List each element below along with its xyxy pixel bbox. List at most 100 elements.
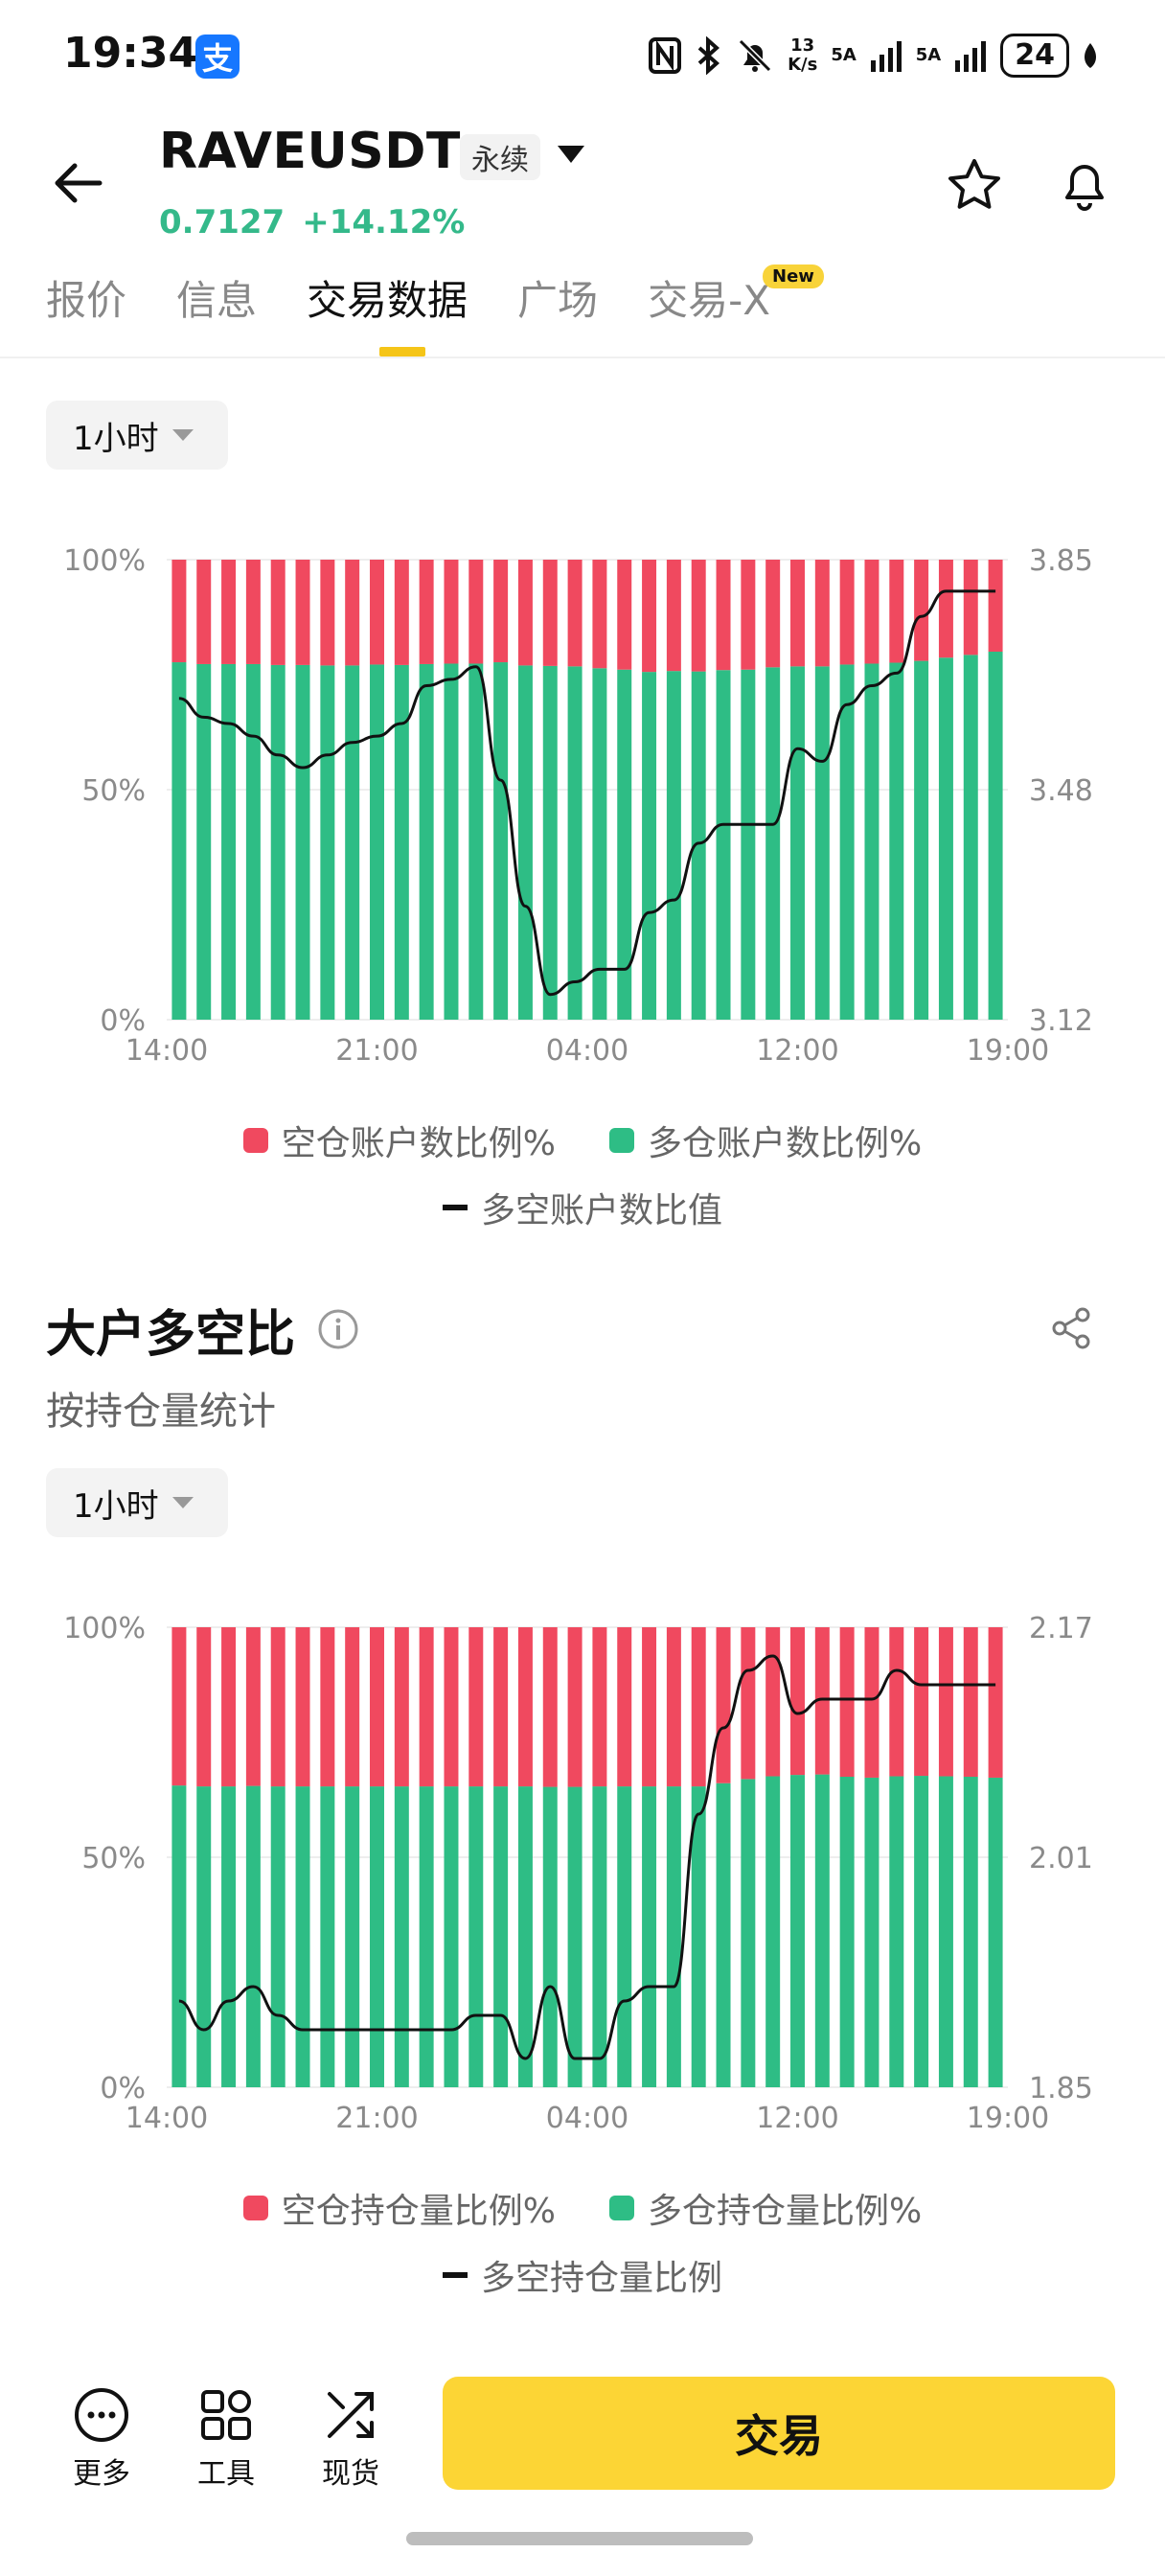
long-bar: [938, 657, 953, 1020]
long-bar: [864, 1777, 879, 2087]
long-bar: [938, 1776, 953, 2087]
legend-long[interactable]: 多仓持仓量比例%: [609, 2183, 922, 2233]
short-bar: [889, 560, 904, 663]
long-bar: [493, 1786, 509, 2087]
long-bar: [468, 1786, 484, 2087]
short-bar: [444, 560, 459, 664]
legend-ratio[interactable]: 多空持仓量比例: [442, 2250, 722, 2300]
x-axis-label: 14:00: [126, 1034, 208, 1068]
left-axis-label: 0%: [100, 2072, 146, 2105]
short-bar: [617, 560, 632, 670]
long-bar: [567, 666, 582, 1020]
x-axis-label: 04:00: [546, 1034, 628, 1068]
tools-button[interactable]: 工具: [197, 2386, 255, 2492]
short-bar: [839, 560, 855, 665]
signal-icon: [870, 41, 902, 72]
short-bar: [419, 1627, 434, 1787]
short-bar: [171, 1627, 187, 1786]
short-swatch: [242, 1128, 268, 1153]
short-bar: [963, 1627, 978, 1777]
short-bar: [790, 1627, 805, 1776]
long-bar: [741, 669, 756, 1020]
short-bar: [345, 560, 360, 666]
legend-short[interactable]: 空仓持仓量比例%: [242, 2183, 556, 2233]
short-bar: [493, 1627, 509, 1787]
tab-quote[interactable]: 报价: [46, 268, 126, 327]
long-swatch: [609, 2196, 634, 2220]
short-bar: [889, 1627, 904, 1777]
chart1-legend: 空仓账户数比例% 多仓账户数比例% 多空账户数比值: [0, 1116, 1165, 1232]
back-arrow-icon[interactable]: [48, 153, 107, 213]
home-indicator[interactable]: [406, 2532, 753, 2545]
tab-info[interactable]: 信息: [176, 268, 257, 327]
tools-label: 工具: [197, 2457, 255, 2491]
short-bar: [295, 560, 310, 665]
symbol-dropdown-icon[interactable]: [558, 146, 584, 163]
short-bar: [988, 1627, 1003, 1778]
long-bar: [666, 671, 681, 1020]
ratio-swatch: [442, 1205, 468, 1210]
spot-button[interactable]: 现货: [322, 2386, 379, 2492]
legend-ratio[interactable]: 多空账户数比值: [442, 1183, 722, 1232]
account-ratio-chart: 100% 50% 0% 3.85 3.48 3.12 14:00 21:00 04:00 12:0…: [63, 544, 1093, 1068]
short-bar: [468, 1627, 484, 1787]
more-button[interactable]: 更多: [73, 2386, 130, 2492]
tab-trade-x[interactable]: 交易-X: [648, 268, 770, 327]
long-bar: [196, 1786, 212, 2087]
short-bar: [370, 560, 384, 665]
long-bar: [517, 665, 533, 1020]
short-bar: [270, 1627, 286, 1787]
left-axis-label: 100%: [63, 1612, 146, 1645]
right-axis-label: 3.12: [1029, 1004, 1093, 1038]
short-bar: [196, 1627, 212, 1787]
short-bar: [741, 1627, 756, 1780]
new-badge: New: [763, 264, 824, 288]
contract-type-badge: 永续: [460, 134, 540, 180]
trade-button[interactable]: 交易: [443, 2377, 1115, 2490]
long-bar: [370, 664, 384, 1020]
legend-short[interactable]: 空仓账户数比例%: [242, 1116, 556, 1165]
period-selector-1[interactable]: 1小时: [46, 401, 228, 470]
chart2-legend: 空仓持仓量比例% 多仓持仓量比例% 多空持仓量比例: [0, 2183, 1165, 2300]
period-selector-2[interactable]: 1小时: [46, 1468, 228, 1537]
long-bar: [839, 1777, 855, 2087]
long-bar: [542, 1786, 558, 2087]
short-bar: [666, 560, 681, 672]
short-bar: [988, 560, 1003, 652]
tab-square[interactable]: 广场: [517, 268, 598, 327]
signal-1-label: 5A: [831, 45, 857, 65]
long-bar: [245, 663, 261, 1020]
share-icon[interactable]: [1048, 1305, 1094, 1351]
tab-trading-data[interactable]: 交易数据: [307, 268, 468, 327]
battery-icon: 24: [1000, 34, 1069, 78]
long-bar: [814, 1774, 830, 2087]
long-bar: [171, 662, 187, 1020]
symbol-title[interactable]: RAVEUSDT: [159, 123, 461, 180]
legend-ratio-label: 多空账户数比值: [480, 1191, 722, 1230]
short-bar: [567, 1627, 582, 1787]
signal-2-label: 5A: [915, 45, 942, 65]
short-bar: [839, 1627, 855, 1777]
legend-short-label: 空仓持仓量比例%: [281, 2192, 556, 2231]
short-bar: [914, 560, 929, 661]
last-price: 0.7127: [159, 203, 286, 242]
star-icon[interactable]: [945, 155, 1004, 215]
info-icon[interactable]: [316, 1307, 360, 1351]
short-bar: [171, 560, 187, 663]
long-bar: [642, 1786, 657, 2087]
price-row: 0.7127 +14.12%: [159, 203, 482, 242]
x-axis-label: 04:00: [546, 2102, 628, 2135]
legend-ratio-label: 多空持仓量比例: [480, 2259, 722, 2298]
bell-icon[interactable]: [1054, 153, 1115, 215]
x-axis-label: 21:00: [335, 2102, 418, 2135]
long-bar: [592, 668, 607, 1020]
left-axis-label: 50%: [81, 1842, 146, 1875]
short-bar: [245, 1627, 261, 1786]
legend-long[interactable]: 多仓账户数比例%: [609, 1116, 922, 1165]
x-axis-label: 19:00: [967, 2102, 1049, 2135]
short-bar: [691, 1627, 706, 1787]
short-bar: [196, 560, 212, 664]
ratio-swatch: [442, 2272, 468, 2278]
period-label: 1小时: [73, 1486, 159, 1526]
more-icon: [75, 2388, 128, 2442]
